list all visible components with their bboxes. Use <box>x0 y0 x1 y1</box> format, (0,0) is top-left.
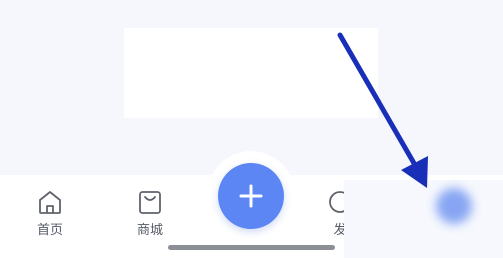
blurred-button <box>436 188 472 224</box>
tab-home[interactable]: 首页 <box>22 187 78 247</box>
home-icon <box>39 191 61 214</box>
plus-icon <box>239 184 263 208</box>
add-button[interactable] <box>218 163 284 229</box>
shopping-bag-icon <box>139 191 161 214</box>
tab-home-label: 首页 <box>36 223 63 238</box>
tab-mall[interactable]: 商城 <box>122 187 178 247</box>
overlay-patch <box>344 180 503 258</box>
content-card <box>124 28 378 118</box>
home-indicator[interactable] <box>168 245 335 250</box>
tab-mall-label: 商城 <box>136 223 163 238</box>
